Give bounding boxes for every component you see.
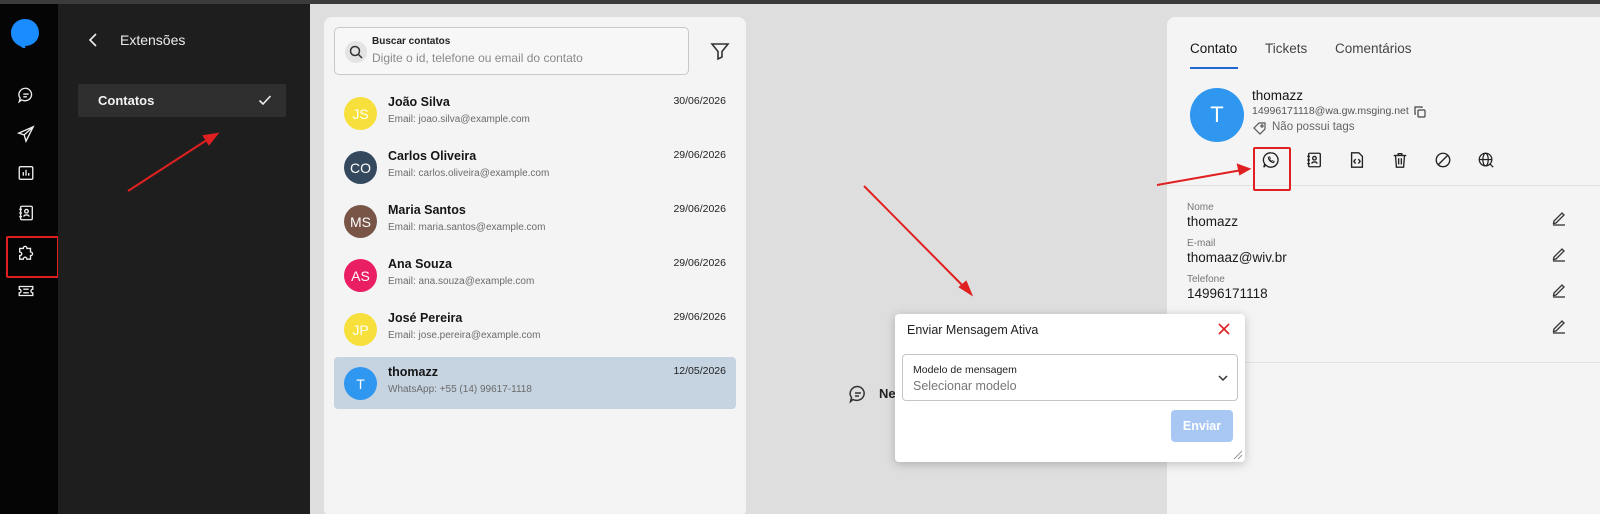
contacts-book-icon[interactable] (15, 202, 37, 224)
contact-date: 29/06/2026 (673, 149, 726, 161)
contact-list-card: Buscar contatos JS João Silva Email: joa… (324, 17, 746, 514)
field-label-telefone: Telefone (1187, 274, 1225, 285)
send-button[interactable]: Enviar (1171, 410, 1233, 442)
contact-row[interactable]: AS Ana Souza Email: ana.souza@example.co… (334, 249, 736, 301)
chevron-down-icon (1218, 375, 1228, 382)
edit-pencil-icon[interactable] (1551, 246, 1567, 262)
contact-avatar: T (1190, 88, 1244, 142)
edit-pencil-icon[interactable] (1551, 318, 1567, 334)
field-value-email: thomaaz@wiv.br (1187, 250, 1287, 265)
search-input[interactable] (372, 51, 672, 65)
modal-title: Enviar Mensagem Ativa (907, 323, 1039, 337)
extensions-panel: Extensões Contatos (58, 4, 310, 514)
tab-contato[interactable]: Contato (1190, 41, 1237, 56)
contact-date: 12/05/2026 (673, 365, 726, 377)
contact-date: 30/06/2026 (673, 95, 726, 107)
avatar: JP (344, 313, 377, 346)
contact-sub: Email: jose.pereira@example.com (388, 330, 541, 341)
contact-row[interactable]: JS João Silva Email: joao.silva@example.… (334, 87, 736, 139)
template-select[interactable]: Modelo de mensagem Selecionar modelo (902, 354, 1238, 401)
tab-comentarios[interactable]: Comentários (1335, 41, 1412, 56)
contact-card-icon[interactable] (1303, 149, 1325, 171)
contact-name: João Silva (388, 95, 450, 109)
panel-title: Extensões (120, 32, 186, 48)
empty-state-text: Ne (879, 386, 896, 401)
field-label-email: E-mail (1187, 238, 1216, 249)
contact-date: 29/06/2026 (673, 311, 726, 323)
contact-date: 29/06/2026 (673, 257, 726, 269)
close-icon[interactable] (1217, 322, 1231, 336)
chat-empty-icon (849, 385, 865, 404)
search-box[interactable]: Buscar contatos (334, 27, 689, 75)
contact-sub: Email: carlos.oliveira@example.com (388, 168, 550, 179)
search-icon (345, 41, 367, 63)
edit-pencil-icon[interactable] (1551, 210, 1567, 226)
field-value-nome: thomazz (1187, 214, 1239, 229)
tickets-icon[interactable] (15, 280, 37, 302)
tab-tickets[interactable]: Tickets (1265, 41, 1307, 56)
avatar: AS (344, 259, 377, 292)
annotation-highlight-whatsapp (1253, 147, 1291, 191)
contact-name: thomazz (1252, 88, 1304, 103)
active-message-modal: Enviar Mensagem Ativa Modelo de mensagem… (895, 314, 1245, 462)
chat-icon[interactable] (15, 84, 37, 106)
reports-icon[interactable] (15, 162, 37, 184)
tag-icon (1253, 122, 1266, 135)
select-value: Selecionar modelo (913, 379, 1017, 393)
avatar: CO (344, 151, 377, 184)
contact-row-selected[interactable]: T thomazz WhatsApp: +55 (14) 99617-1118 … (334, 357, 736, 409)
active-tab-indicator (1190, 67, 1238, 69)
contact-sub: Email: joao.silva@example.com (388, 114, 530, 125)
select-label: Modelo de mensagem (913, 364, 1017, 376)
avatar: JS (344, 97, 377, 130)
send-icon[interactable] (15, 123, 37, 145)
field-value-telefone: 14996171118 (1187, 286, 1268, 301)
contact-sub: Email: ana.souza@example.com (388, 276, 535, 287)
copy-icon[interactable] (1414, 106, 1426, 118)
contact-name: Maria Santos (388, 203, 466, 217)
annotation-highlight-extensions (6, 236, 59, 278)
contact-sub: Email: maria.santos@example.com (388, 222, 546, 233)
avatar: MS (344, 205, 377, 238)
search-label: Buscar contatos (372, 36, 451, 47)
avatar: T (344, 367, 377, 400)
contact-date: 29/06/2026 (673, 203, 726, 215)
contact-name: thomazz (388, 365, 438, 379)
menu-item-contatos[interactable]: Contatos (78, 84, 286, 117)
contact-name: Carlos Oliveira (388, 149, 477, 163)
contact-id: 14996171118@wa.gw.msging.net (1252, 105, 1409, 117)
app-logo-icon[interactable] (10, 18, 40, 48)
check-icon (258, 95, 272, 106)
code-file-icon[interactable] (1346, 149, 1368, 171)
contact-row[interactable]: JP José Pereira Email: jose.pereira@exam… (334, 303, 736, 355)
filter-icon[interactable] (710, 41, 730, 61)
contact-name: Ana Souza (388, 257, 452, 271)
contact-sub: WhatsApp: +55 (14) 99617-1118 (388, 384, 532, 395)
back-chevron-icon[interactable] (88, 33, 100, 47)
resize-grip-icon[interactable] (1231, 448, 1243, 460)
contact-name: José Pereira (388, 311, 463, 325)
block-icon[interactable] (1432, 149, 1454, 171)
trash-icon[interactable] (1389, 149, 1411, 171)
menu-item-label: Contatos (98, 93, 155, 108)
web-icon[interactable] (1475, 149, 1497, 171)
contact-row[interactable]: MS Maria Santos Email: maria.santos@exam… (334, 195, 736, 247)
field-label-nome: Nome (1187, 202, 1214, 213)
edit-pencil-icon[interactable] (1551, 282, 1567, 298)
tags-text: Não possui tags (1272, 121, 1355, 133)
contact-row[interactable]: CO Carlos Oliveira Email: carlos.oliveir… (334, 141, 736, 193)
